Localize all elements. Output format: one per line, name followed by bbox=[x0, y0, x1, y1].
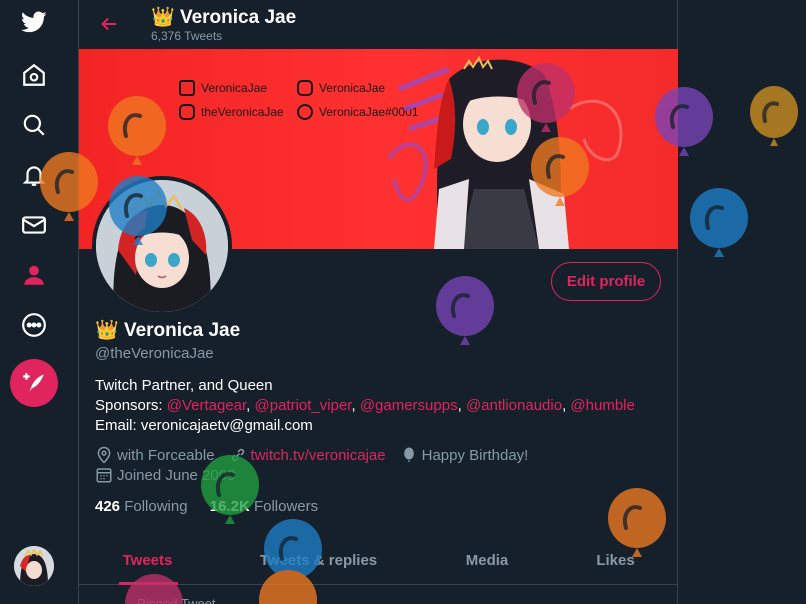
tab-tweets-replies[interactable]: Tweets & replies bbox=[216, 536, 421, 585]
active-tab-indicator bbox=[119, 582, 178, 585]
notifications-icon[interactable] bbox=[17, 158, 51, 192]
following-count: 426 bbox=[95, 498, 121, 515]
balloon-icon bbox=[750, 86, 798, 146]
tweet-count: 6,376 Tweets bbox=[151, 29, 223, 43]
profile-meta-row: with Forceable twitch.tv/veronicajae Hap… bbox=[95, 446, 528, 464]
profile-tabs: Tweets Tweets & replies Media Likes bbox=[79, 536, 678, 585]
sponsor-link[interactable]: @patriot_viper bbox=[255, 397, 352, 414]
location-pin-icon bbox=[97, 446, 111, 464]
following-label: Following bbox=[124, 498, 188, 515]
followers-link[interactable]: 16.2K Followers bbox=[210, 498, 318, 515]
edit-profile-button[interactable]: Edit profile bbox=[551, 262, 661, 301]
pinned-tweet-label: Pinned Tweet bbox=[137, 596, 216, 604]
instagram-icon bbox=[179, 104, 195, 120]
followers-label: Followers bbox=[253, 498, 319, 515]
banner-youtube: VeronicaJae bbox=[297, 80, 385, 96]
banner-youtube-label: VeronicaJae bbox=[319, 81, 386, 95]
profile-name: 👑 Veronica Jae bbox=[95, 318, 240, 342]
profile-avatar[interactable] bbox=[92, 176, 232, 316]
sponsor-link[interactable]: @humble bbox=[570, 397, 634, 414]
crown-emoji: 👑 bbox=[151, 7, 175, 28]
twitter-logo-icon[interactable] bbox=[17, 5, 51, 39]
balloon-icon bbox=[403, 447, 414, 462]
sponsor-link[interactable]: @antlionaudio bbox=[466, 397, 562, 414]
discord-icon bbox=[297, 104, 313, 120]
following-link[interactable]: 426 Following bbox=[95, 498, 188, 515]
youtube-icon bbox=[297, 80, 313, 96]
sponsor-link[interactable]: @gamersupps bbox=[360, 397, 458, 414]
sponsors-label: Sponsors: bbox=[95, 397, 163, 414]
banner-twitch: VeronicaJae bbox=[179, 80, 267, 96]
account-avatar[interactable] bbox=[14, 546, 54, 586]
explore-icon[interactable] bbox=[17, 108, 51, 142]
profile-icon[interactable] bbox=[17, 258, 51, 292]
profile-handle: @theVeronicaJae bbox=[95, 345, 214, 362]
link-icon bbox=[231, 448, 244, 462]
back-button[interactable] bbox=[95, 10, 123, 38]
joined-row: Joined June 2009 bbox=[95, 466, 235, 484]
bio-line-1: Twitch Partner, and Queen bbox=[95, 377, 273, 394]
profile-column: 👑 Veronica Jae 6,376 Tweets VeronicaJae … bbox=[79, 0, 678, 604]
tab-tweets[interactable]: Tweets bbox=[79, 536, 216, 585]
banner-instagram-label: theVeronicaJae bbox=[201, 105, 284, 119]
tab-media[interactable]: Media bbox=[421, 536, 553, 585]
followers-count: 16.2K bbox=[209, 498, 250, 515]
calendar-icon bbox=[96, 468, 112, 483]
feather-plus-icon bbox=[23, 373, 44, 392]
sidebar-nav bbox=[0, 0, 79, 604]
bio-sponsors-line: Sponsors: @Vertagear, @patriot_viper, @g… bbox=[95, 397, 635, 414]
messages-icon[interactable] bbox=[17, 208, 51, 242]
profile-name-text: Veronica Jae bbox=[123, 320, 241, 341]
arrow-left-icon bbox=[101, 17, 117, 31]
website-link[interactable]: twitch.tv/veronicajae bbox=[251, 447, 386, 464]
crown-emoji: 👑 bbox=[95, 320, 119, 341]
banner-twitch-label: VeronicaJae bbox=[201, 81, 268, 95]
home-icon[interactable] bbox=[17, 58, 51, 92]
follow-stats: 426 Following 16.2K Followers bbox=[95, 498, 318, 515]
profile-header-bar: 👑 Veronica Jae 6,376 Tweets bbox=[79, 0, 678, 48]
banner-instagram: theVeronicaJae bbox=[179, 104, 284, 120]
banner-character-art bbox=[387, 55, 623, 249]
joined-text: Joined June 2009 bbox=[117, 466, 236, 484]
balloon-icon bbox=[690, 188, 748, 257]
twitch-icon bbox=[179, 80, 195, 96]
header-name-text: Veronica Jae bbox=[179, 7, 297, 28]
tab-likes[interactable]: Likes bbox=[553, 536, 678, 585]
location-text: with Forceable bbox=[117, 446, 215, 464]
compose-tweet-button[interactable] bbox=[10, 359, 58, 407]
more-icon[interactable] bbox=[17, 308, 51, 342]
sponsor-link[interactable]: @Vertagear bbox=[167, 397, 246, 414]
birthday-text: Happy Birthday! bbox=[421, 446, 529, 464]
bio-email-line: Email: veronicajaetv@gmail.com bbox=[95, 417, 313, 434]
header-name: 👑 Veronica Jae bbox=[151, 5, 296, 29]
profile-bio: Twitch Partner, and Queen Sponsors: @Ver… bbox=[95, 376, 665, 436]
